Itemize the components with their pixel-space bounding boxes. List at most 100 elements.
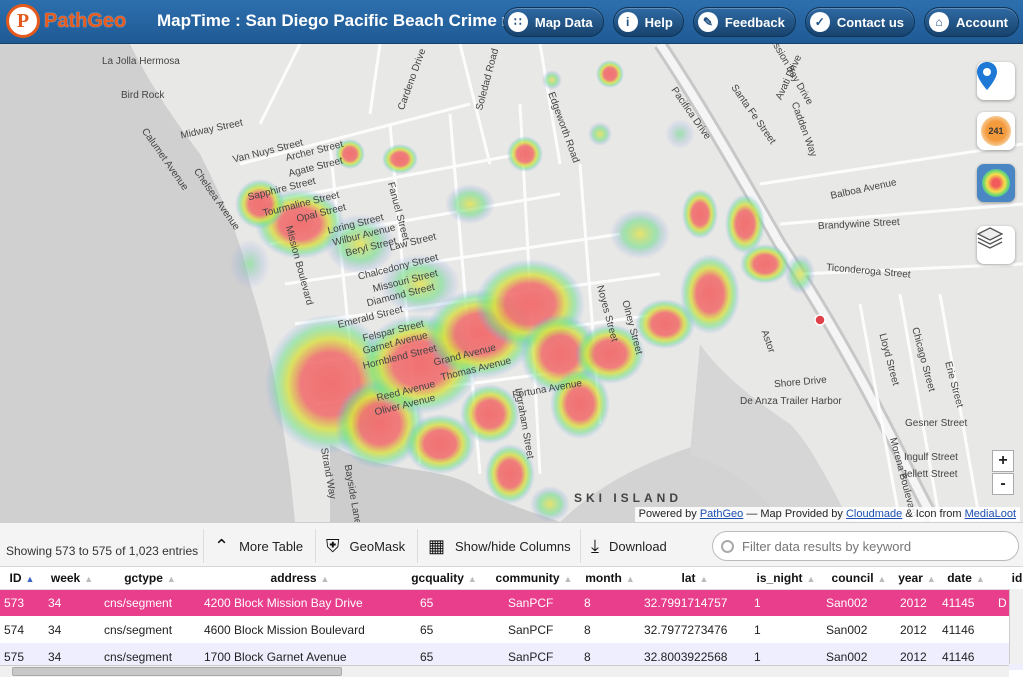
location-pin-button[interactable] bbox=[977, 62, 1015, 100]
vertical-scrollbar[interactable] bbox=[1009, 589, 1023, 664]
heatmap-map[interactable]: La Jolla Hermosa Bird Rock Midway Street… bbox=[0, 44, 1023, 522]
help-button[interactable]: i Help bbox=[612, 7, 684, 37]
search-icon bbox=[721, 539, 734, 553]
column-header-lat[interactable]: lat ▲ bbox=[640, 567, 750, 590]
cloudmade-link[interactable]: Cloudmade bbox=[846, 508, 902, 520]
download-button[interactable]: ⤓ Download bbox=[580, 529, 667, 563]
column-label: year bbox=[898, 570, 923, 585]
download-icon: ⤓ bbox=[591, 535, 599, 556]
cell: cns/segment bbox=[100, 589, 200, 616]
column-header-community[interactable]: community ▲ bbox=[488, 567, 580, 590]
filter-box[interactable] bbox=[712, 531, 1019, 561]
pathgeo-link[interactable]: PathGeo bbox=[700, 508, 743, 520]
cluster-count: 241 bbox=[988, 126, 1004, 136]
sort-icon: ▲ bbox=[166, 573, 176, 584]
check-icon: ✓ bbox=[809, 12, 830, 32]
column-label: id bbox=[1011, 570, 1023, 585]
column-label: date bbox=[947, 570, 972, 585]
cell: 8 bbox=[584, 622, 591, 637]
column-header-week[interactable]: week ▲ bbox=[44, 567, 100, 590]
medialoot-link[interactable]: MediaLoot bbox=[965, 508, 1016, 520]
scrollbar-thumb[interactable] bbox=[12, 667, 342, 676]
column-header-gcquality[interactable]: gcquality ▲ bbox=[400, 567, 488, 590]
feedback-button[interactable]: ✎ Feedback bbox=[692, 7, 796, 37]
map-base bbox=[0, 44, 1023, 522]
column-header-is-night[interactable]: is_night ▲ bbox=[750, 567, 822, 590]
cell: 2012 bbox=[896, 589, 938, 616]
sort-icon: ▲ bbox=[84, 573, 94, 584]
cell: 41146 bbox=[942, 622, 975, 637]
table-row[interactable]: 573 34 cns/segment 4200 Block Mission Ba… bbox=[0, 589, 1023, 616]
map-attribution: Powered by PathGeo — Map Provided by Clo… bbox=[634, 507, 1020, 522]
column-label: lat bbox=[681, 570, 696, 585]
more-table-label: More Table bbox=[239, 538, 304, 554]
contact-us-label: Contact us bbox=[836, 14, 904, 30]
cell: 4600 Block Mission Boulevard bbox=[204, 622, 365, 637]
cluster-layer-button[interactable]: 241 bbox=[977, 112, 1015, 150]
cell: 4200 Block Mission Bay Drive bbox=[200, 589, 400, 616]
more-table-button[interactable]: ⌃ More Table bbox=[203, 529, 303, 563]
sort-icon: ▲ bbox=[877, 573, 887, 584]
cell: 1 bbox=[750, 589, 822, 616]
cell: 41145 bbox=[938, 589, 994, 616]
home-icon: ⌂ bbox=[929, 12, 949, 32]
show-hide-columns-label: Show/hide Columns bbox=[455, 538, 571, 554]
app-header: P PathGeo MapTime : San Diego Pacific Be… bbox=[0, 0, 1023, 44]
layers-button[interactable] bbox=[977, 226, 1015, 264]
pencil-icon: ✎ bbox=[697, 12, 718, 32]
entries-info: Showing 573 to 575 of 1,023 entries bbox=[6, 544, 199, 558]
zoom-out-button[interactable]: - bbox=[992, 473, 1014, 495]
column-label: address bbox=[270, 570, 317, 585]
map-label: SKI ISLAND bbox=[574, 491, 683, 505]
page-title: MapTime : San Diego Pacific Beach Crime … bbox=[157, 11, 527, 30]
sort-icon: ▲ bbox=[806, 573, 816, 584]
heatmap-layer-button[interactable] bbox=[977, 164, 1015, 202]
cell: 32.7991714757 bbox=[640, 589, 750, 616]
column-header-address[interactable]: address ▲ bbox=[200, 567, 400, 590]
attribution-text: Powered by bbox=[638, 508, 697, 520]
cell: 34 bbox=[44, 589, 100, 616]
contact-us-button[interactable]: ✓ Contact us bbox=[804, 7, 915, 37]
cell: San002 bbox=[822, 589, 896, 616]
column-label: ID bbox=[9, 570, 22, 585]
column-header-date[interactable]: date ▲ bbox=[938, 567, 994, 590]
column-header-id-lower[interactable]: id bbox=[994, 567, 1023, 590]
column-header-gctype[interactable]: gctype ▲ bbox=[100, 567, 200, 590]
column-header-id[interactable]: ID ▲ bbox=[0, 567, 44, 590]
sort-icon: ▲ bbox=[699, 573, 709, 584]
heatmap-icon bbox=[982, 169, 1010, 197]
sort-icon: ▲ bbox=[467, 573, 477, 584]
sort-icon: ▲ bbox=[320, 573, 330, 584]
map-data-label: Map Data bbox=[534, 14, 593, 30]
column-header-year[interactable]: year ▲ bbox=[896, 567, 938, 590]
map-label: Bird Rock bbox=[121, 90, 165, 101]
horizontal-scrollbar[interactable] bbox=[0, 665, 1009, 677]
grid-icon: ∷ bbox=[507, 12, 528, 32]
map-label: Gesner Street bbox=[905, 418, 968, 429]
account-button[interactable]: ⌂ Account bbox=[924, 7, 1019, 37]
pathgeo-logo[interactable]: P PathGeo bbox=[6, 4, 126, 38]
column-label: gctype bbox=[124, 570, 163, 585]
table-toolbar: Showing 573 to 575 of 1,023 entries ⌃ Mo… bbox=[0, 522, 1023, 567]
map-label: La Jolla Hermosa bbox=[102, 56, 180, 67]
table-row[interactable]: 574 34 cns/segment 4600 Block Mission Bo… bbox=[0, 616, 1023, 643]
column-label: gcquality bbox=[411, 570, 464, 585]
attribution-text: — Map Provided by bbox=[746, 508, 843, 520]
column-label: community bbox=[495, 570, 560, 585]
cell: 573 bbox=[0, 589, 44, 616]
geomask-button[interactable]: ⛨ GeoMask bbox=[315, 529, 405, 563]
column-header-month[interactable]: month ▲ bbox=[580, 567, 640, 590]
pathgeo-logo-icon: P bbox=[6, 4, 40, 38]
attribution-text: & Icon from bbox=[905, 508, 962, 520]
map-data-button[interactable]: ∷ Map Data bbox=[502, 7, 604, 37]
sort-icon: ▲ bbox=[625, 573, 635, 584]
cluster-count-icon: 241 bbox=[981, 116, 1011, 146]
sort-asc-icon: ▲ bbox=[25, 573, 35, 584]
show-hide-columns-button[interactable]: ▦ Show/hide Columns bbox=[417, 529, 571, 563]
cell: 34 bbox=[48, 622, 62, 637]
filter-input[interactable] bbox=[742, 538, 1012, 554]
zoom-in-button[interactable]: + bbox=[992, 450, 1014, 472]
column-header-council[interactable]: council ▲ bbox=[822, 567, 896, 590]
feedback-label: Feedback bbox=[724, 14, 785, 30]
shield-icon: ⛨ bbox=[326, 535, 340, 556]
